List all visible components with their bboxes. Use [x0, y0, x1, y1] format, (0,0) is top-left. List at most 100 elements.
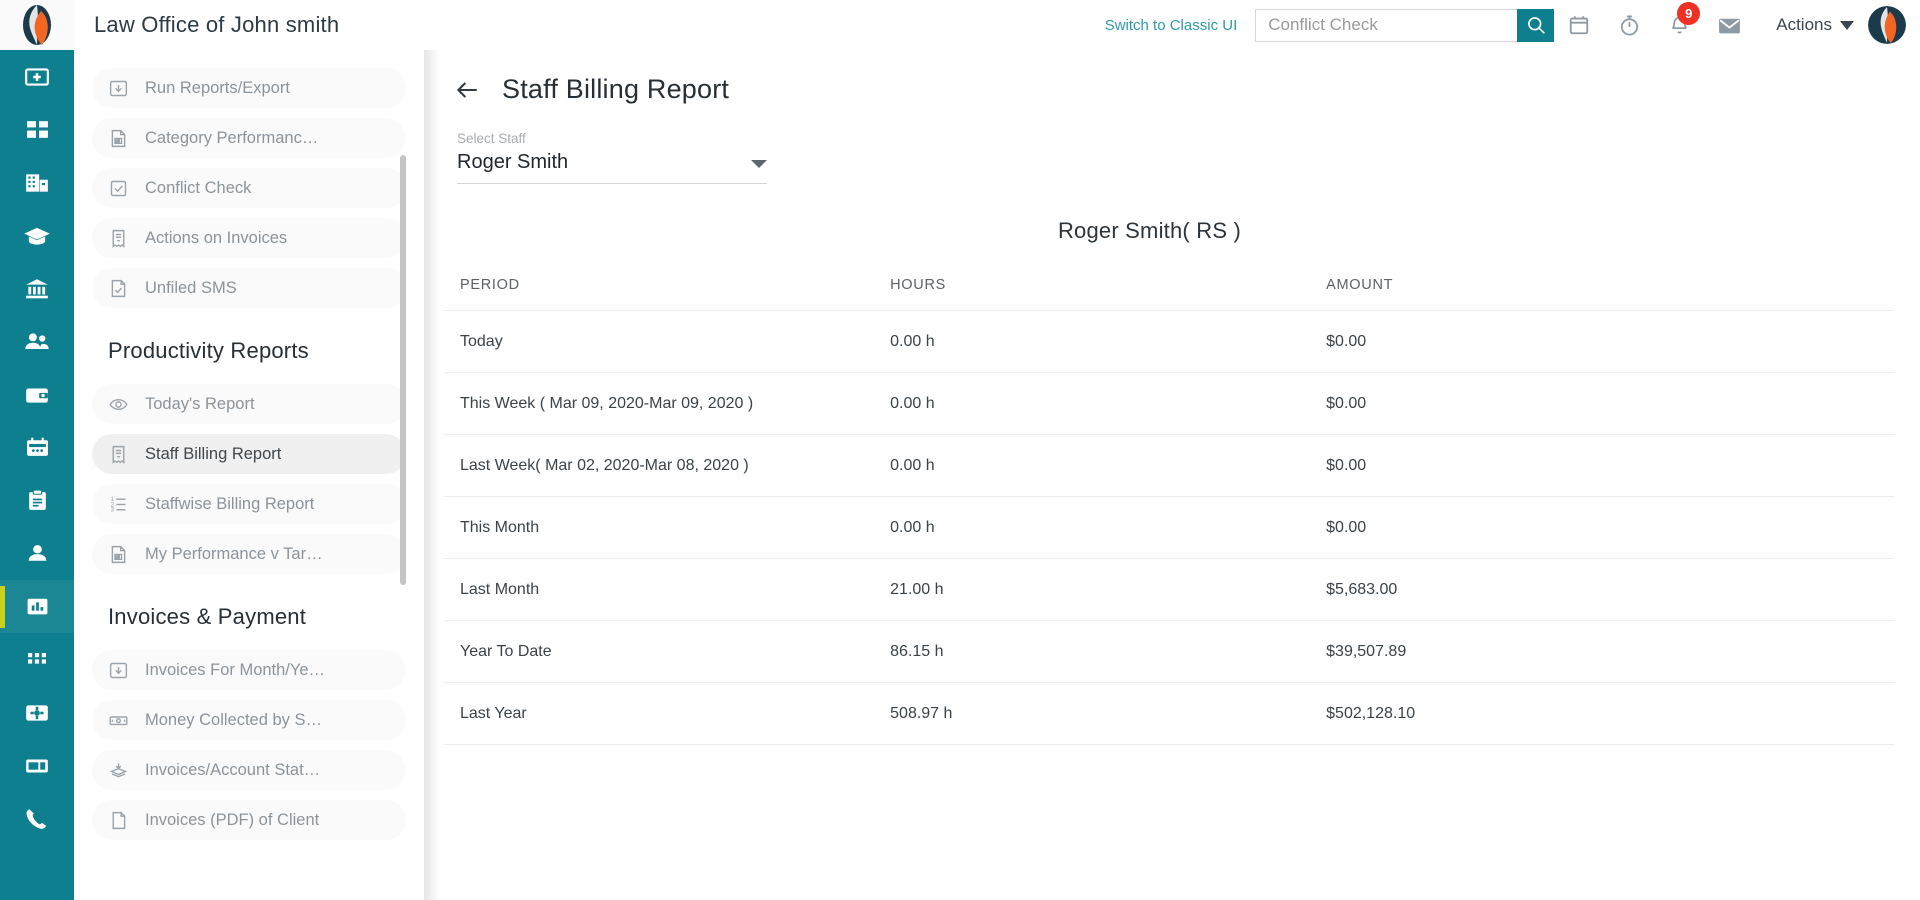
column-header-amount: AMOUNT [1326, 277, 1394, 293]
checkbox-icon [110, 180, 127, 196]
switch-to-classic-ui-link[interactable]: Switch to Classic UI [1105, 17, 1238, 34]
rail-item-reports[interactable] [0, 580, 74, 633]
cell-amount: $0.00 [1326, 496, 1894, 559]
cell-amount: $0.00 [1326, 310, 1894, 373]
cell-amount: $5,683.00 [1326, 558, 1894, 621]
actions-dropdown[interactable]: Actions [1776, 15, 1854, 35]
sidebar-item-category-performance[interactable]: Category Performanc… [92, 118, 406, 158]
column-header-hours: HOURS [890, 277, 947, 293]
chevron-down-icon [1840, 20, 1854, 30]
eye-icon [109, 398, 128, 410]
document-chart-icon [111, 129, 126, 147]
rail-item-calendar[interactable] [0, 421, 74, 474]
ordered-list-icon: 1 2 3 [111, 496, 126, 513]
document-chart-icon [111, 545, 126, 563]
cell-hours: 21.00 h [890, 558, 1327, 621]
messages-button[interactable] [1704, 0, 1754, 50]
sidebar-item-my-performance-v-target[interactable]: My Performance v Tar… [92, 534, 406, 574]
stack-icon [109, 763, 128, 777]
rail-item-user[interactable] [0, 527, 74, 580]
cell-amount: $39,507.89 [1326, 620, 1894, 683]
sidebar-item-todays-report[interactable]: Today's Report [92, 384, 406, 424]
cell-period: Last Year [444, 682, 891, 745]
search-input[interactable] [1255, 8, 1518, 42]
sidebar-item-staff-billing-report[interactable]: Staff Billing Report [92, 434, 406, 474]
table-head: PERIOD HOURS AMOUNT [444, 277, 1894, 311]
select-staff-value: Roger Smith [457, 151, 569, 173]
sidebar-item-invoices-for-month-year[interactable]: Invoices For Month/Ye… [92, 650, 406, 690]
sidebar-scrollbar[interactable] [400, 155, 406, 585]
rail-item-tasks[interactable] [0, 474, 74, 527]
graduation-cap-icon [24, 227, 50, 245]
rail-item-settings[interactable] [0, 686, 74, 739]
cash-icon [109, 715, 128, 725]
cell-hours: 0.00 h [890, 434, 1327, 497]
table-row: Last Week( Mar 02, 2020-Mar 08, 2020 ) 0… [444, 434, 1894, 497]
dashboard-icon [26, 121, 48, 138]
notifications-button[interactable]: 9 [1654, 0, 1704, 50]
search-icon [1527, 17, 1545, 34]
svg-text:3: 3 [111, 506, 115, 513]
sidebar-item-label: Invoices/Account Stat… [145, 760, 321, 779]
rail-item-court[interactable] [0, 262, 74, 315]
actions-label: Actions [1776, 15, 1832, 34]
select-staff-dropdown[interactable]: Roger Smith [457, 151, 767, 184]
sidebar-item-label: Invoices (PDF) of Client [145, 810, 320, 829]
settings-gear-icon [26, 704, 48, 721]
office-building-icon [26, 173, 48, 192]
table-row: This Month 0.00 h $0.00 [444, 496, 1894, 559]
top-bar-actions: Switch to Classic UI Conflict Check 9 Ac… [1105, 0, 1920, 50]
cell-hours: 0.00 h [890, 372, 1327, 435]
cell-hours: 0.00 h [890, 496, 1327, 559]
rail-item-billing[interactable] [0, 739, 74, 792]
pdf-icon [112, 811, 126, 829]
page-header: Staff Billing Report [424, 50, 1920, 105]
document-check-icon [111, 279, 126, 297]
select-staff-field: Select Staff Roger Smith [457, 131, 767, 184]
rail-item-phone[interactable] [0, 792, 74, 845]
sidebar-item-invoices-pdf-of-client[interactable]: Invoices (PDF) of Client [92, 800, 406, 840]
sidebar-item-run-reports-export[interactable]: Run Reports/Export [92, 68, 406, 108]
rail-item-wallet[interactable] [0, 368, 74, 421]
rail-item-add-matter[interactable] [0, 50, 74, 103]
cell-period: This Week ( Mar 09, 2020-Mar 09, 2020 ) [444, 372, 891, 435]
clipboard-icon [28, 489, 46, 510]
rail-item-dashboard[interactable] [0, 103, 74, 156]
app-logo[interactable] [0, 0, 74, 50]
sidebar-item-actions-on-invoices[interactable]: Actions on Invoices [92, 218, 406, 258]
table-header-row: PERIOD HOURS AMOUNT [444, 277, 1894, 311]
user-icon [28, 545, 46, 561]
sidebar-item-unfiled-sms[interactable]: Unfiled SMS [92, 268, 406, 308]
table-body: Today 0.00 h $0.00 This Week ( Mar 09, 2… [444, 310, 1894, 745]
cell-period: This Month [444, 496, 891, 559]
timer-button[interactable] [1604, 0, 1654, 50]
sidebar-item-label: Conflict Check [145, 178, 252, 197]
search-button[interactable] [1517, 8, 1555, 42]
phone-icon [26, 808, 47, 829]
user-avatar[interactable] [1868, 6, 1906, 44]
receipt-icon [112, 229, 125, 248]
sidebar-item-invoices-account-statement[interactable]: Invoices/Account Stat… [92, 750, 406, 790]
sidebar-item-conflict-check[interactable]: Conflict Check [92, 168, 406, 208]
courthouse-icon [26, 278, 48, 298]
top-bar: Law Office of John smith Switch to Class… [0, 0, 1920, 50]
table-row: This Week ( Mar 09, 2020-Mar 09, 2020 ) … [444, 372, 1894, 435]
table-row: Last Month 21.00 h $5,683.00 [444, 558, 1894, 621]
reports-sidebar: Run Reports/Export Category Performanc… … [74, 50, 424, 900]
rail-item-apps[interactable] [0, 633, 74, 686]
cell-period: Year To Date [444, 620, 891, 683]
cell-amount: $502,128.10 [1326, 682, 1894, 745]
sidebar-item-staffwise-billing-report[interactable]: 1 2 3 Staffwise Billing Report [92, 484, 406, 524]
sidebar-item-money-collected-by-staff[interactable]: Money Collected by S… [92, 700, 406, 740]
back-arrow-icon[interactable] [454, 77, 480, 103]
calendar-button[interactable] [1554, 0, 1604, 50]
rail-item-contacts[interactable] [0, 315, 74, 368]
sidebar-item-label: Actions on Invoices [145, 228, 288, 247]
main-content: Staff Billing Report Select Staff Roger … [424, 50, 1920, 900]
rail-item-learning[interactable] [0, 209, 74, 262]
brand-logo-icon [23, 5, 51, 45]
sidebar-item-label: Unfiled SMS [145, 278, 237, 297]
report-subtitle: Roger Smith( RS ) [1057, 218, 1242, 243]
cell-hours: 508.97 h [890, 682, 1327, 745]
rail-item-firm[interactable] [0, 156, 74, 209]
